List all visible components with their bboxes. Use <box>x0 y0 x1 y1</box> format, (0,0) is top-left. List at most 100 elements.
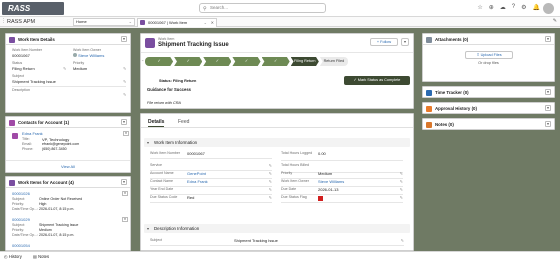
chevron-down-icon[interactable]: ⌄ <box>129 19 132 25</box>
list-item: 00001026 Subject: Online Order Not Receiv… <box>12 191 128 217</box>
contact-name-link[interactable]: Edna Frank <box>22 131 43 136</box>
work-item-link[interactable]: 00001054 <box>12 243 128 248</box>
app-name: RASS APM <box>7 19 36 25</box>
settings-gear-icon[interactable]: ⚙ <box>521 4 526 11</box>
dropdown-icon[interactable]: ▾ <box>121 179 127 185</box>
list-item: 00001054 <box>12 243 128 250</box>
edit-pencil-icon[interactable]: ✎ <box>269 195 272 200</box>
contacts-card: Contacts for Account (1) ▾ Edna Frank Ti… <box>5 116 131 173</box>
work-item-icon <box>140 20 145 25</box>
field-total-hours-logged: Total Hours Logged 0.00 <box>281 151 403 161</box>
dropdown-icon[interactable]: ▾ <box>545 36 551 42</box>
work-item-icon <box>145 38 155 48</box>
time-tracker-icon <box>426 90 432 96</box>
tab-details[interactable]: Details <box>148 119 165 127</box>
edit-pencil-icon[interactable]: ✎ <box>269 179 272 184</box>
contact-icon <box>12 133 18 139</box>
user-avatar[interactable] <box>543 3 554 14</box>
path-step-complete[interactable]: ✓ <box>203 57 232 66</box>
path-step-complete[interactable]: ✓ <box>261 57 290 66</box>
dropdown-icon[interactable]: ▾ <box>545 121 551 127</box>
path-step-complete[interactable]: ✓ <box>232 57 261 66</box>
edit-pencil-icon[interactable]: ✎ <box>269 171 272 176</box>
view-all-link[interactable]: View All <box>6 160 130 169</box>
upload-files-button[interactable]: ⇧ Upload Files <box>465 51 513 59</box>
dropdown-icon[interactable]: ▾ <box>545 105 551 111</box>
card-title: Approval History (0) <box>435 106 477 111</box>
field-account-name: Account Name GenePoint ✎ <box>150 171 272 179</box>
history-button[interactable]: ◴ History <box>4 252 22 262</box>
path-step-complete[interactable]: ✓ <box>145 57 174 66</box>
row-dropdown-icon[interactable]: ▾ <box>122 217 128 222</box>
edit-pencil-icon[interactable]: ✎ <box>123 79 126 84</box>
app-launcher-icon[interactable]: ⋮ <box>1 18 6 24</box>
global-search-input[interactable]: ⚲ Search... <box>199 3 326 13</box>
collapse-path-icon[interactable]: ⌃ <box>141 59 144 64</box>
attachment-icon <box>426 37 432 43</box>
dropdown-icon[interactable]: ▾ <box>545 89 551 95</box>
field-service: Service ✎ <box>150 163 272 171</box>
close-icon[interactable]: ✕ <box>211 19 214 26</box>
tab-home[interactable]: Home ⌄ <box>73 18 135 26</box>
field-due-date: Due Date 2026-01-13 ✎ <box>281 187 403 195</box>
favorites-star-icon[interactable]: ☆ <box>477 4 482 11</box>
chevron-down-icon: ▾ <box>147 140 150 145</box>
status-path: ✓ ✓ ✓ ✓ ✓ Filing Return Return Filed <box>145 57 349 66</box>
workspace: Work Item Details ▾ Work Item Number 000… <box>0 28 560 251</box>
list-item: 00001029 Subject: Shipment Tracking Issue… <box>12 217 128 243</box>
user-icon <box>73 53 77 57</box>
time-tracker-card: Time Tracker (0) ▾ <box>422 86 555 98</box>
chevron-down-icon[interactable]: ⌄ <box>204 19 207 26</box>
path-step-current[interactable]: Filing Return <box>290 57 319 66</box>
actions-dropdown-icon[interactable]: ▾ <box>401 38 409 46</box>
path-step-complete[interactable]: ✓ <box>174 57 203 66</box>
section-description-information[interactable]: ▾ Description Information <box>144 224 410 233</box>
contact-email[interactable]: efrank@genepoint.com <box>42 142 79 146</box>
edit-pencil-icon[interactable]: ✎ <box>401 238 404 243</box>
tab-feed[interactable]: Feed <box>178 119 189 125</box>
edit-pencil-icon[interactable]: ✎ <box>269 187 272 192</box>
upload-icon: ⇧ <box>476 53 480 57</box>
edit-pencil-icon[interactable]: ✎ <box>400 187 403 192</box>
dropdown-icon[interactable]: ▾ <box>121 119 127 125</box>
record-header: Work Item Shipment Tracking Issue + Foll… <box>140 33 414 109</box>
contact-phone[interactable]: (650) 867-3450 <box>42 147 67 151</box>
edit-pencil-icon[interactable]: ✎ <box>400 171 403 176</box>
edit-pencil-icon[interactable]: ✎ <box>269 163 272 168</box>
mark-complete-button[interactable]: ✓ Mark Status as Complete <box>344 76 410 85</box>
field-label: Priority <box>73 61 85 65</box>
follow-button[interactable]: + Follow <box>370 38 398 46</box>
work-item-number: 00001067 <box>12 53 30 58</box>
edit-nav-icon[interactable]: ✎ <box>553 18 557 24</box>
edit-pencil-icon[interactable]: ✎ <box>123 92 126 97</box>
notes-icon <box>426 122 432 128</box>
object-type: Work Item <box>158 37 175 41</box>
notifications-bell-icon[interactable]: 🔔 <box>533 4 540 11</box>
app-logo[interactable]: RASS <box>2 2 64 15</box>
edit-pencil-icon[interactable]: ✎ <box>400 195 403 200</box>
add-icon[interactable]: ⊕ <box>489 4 494 11</box>
trailhead-icon[interactable]: ☁ <box>500 4 506 11</box>
approval-history-card: Approval History (0) ▾ <box>422 102 555 114</box>
record-detail-panel: Details Feed ▾ Work Item Information Wor… <box>140 113 414 251</box>
edit-pencil-icon[interactable]: ✎ <box>400 179 403 184</box>
row-dropdown-icon[interactable]: ▾ <box>122 191 128 196</box>
field-due-status-code: Due Status Code Red ✎ <box>150 195 272 203</box>
notes-button[interactable]: ▤ Notes <box>33 252 49 262</box>
tab-work-item[interactable]: 00001067 | Work Item ⌄ ✕ <box>137 18 217 27</box>
drop-files-text: Or drop files <box>478 61 499 65</box>
help-icon[interactable]: ? <box>512 4 515 11</box>
header-icons: ☆ ⊕ ☁ ? ⚙ 🔔 <box>477 4 540 11</box>
section-work-item-information[interactable]: ▾ Work Item Information <box>144 138 410 147</box>
notes-card: Notes (0) ▾ <box>422 118 555 130</box>
dropdown-icon[interactable]: ▾ <box>121 36 127 42</box>
chevron-down-icon: ▾ <box>147 226 150 231</box>
field-contact-name: Contact Name Edna Frank ✎ <box>150 179 272 187</box>
edit-pencil-icon[interactable]: ✎ <box>63 66 66 71</box>
path-step-next[interactable]: Return Filed <box>319 57 348 66</box>
record-title: Shipment Tracking Issue <box>158 42 229 48</box>
field-priority: Priority Medium ✎ <box>281 171 403 179</box>
field-label: Work Item Number <box>12 48 43 52</box>
edit-pencil-icon[interactable]: ✎ <box>123 66 126 71</box>
row-dropdown-icon[interactable]: ▾ <box>123 131 129 136</box>
